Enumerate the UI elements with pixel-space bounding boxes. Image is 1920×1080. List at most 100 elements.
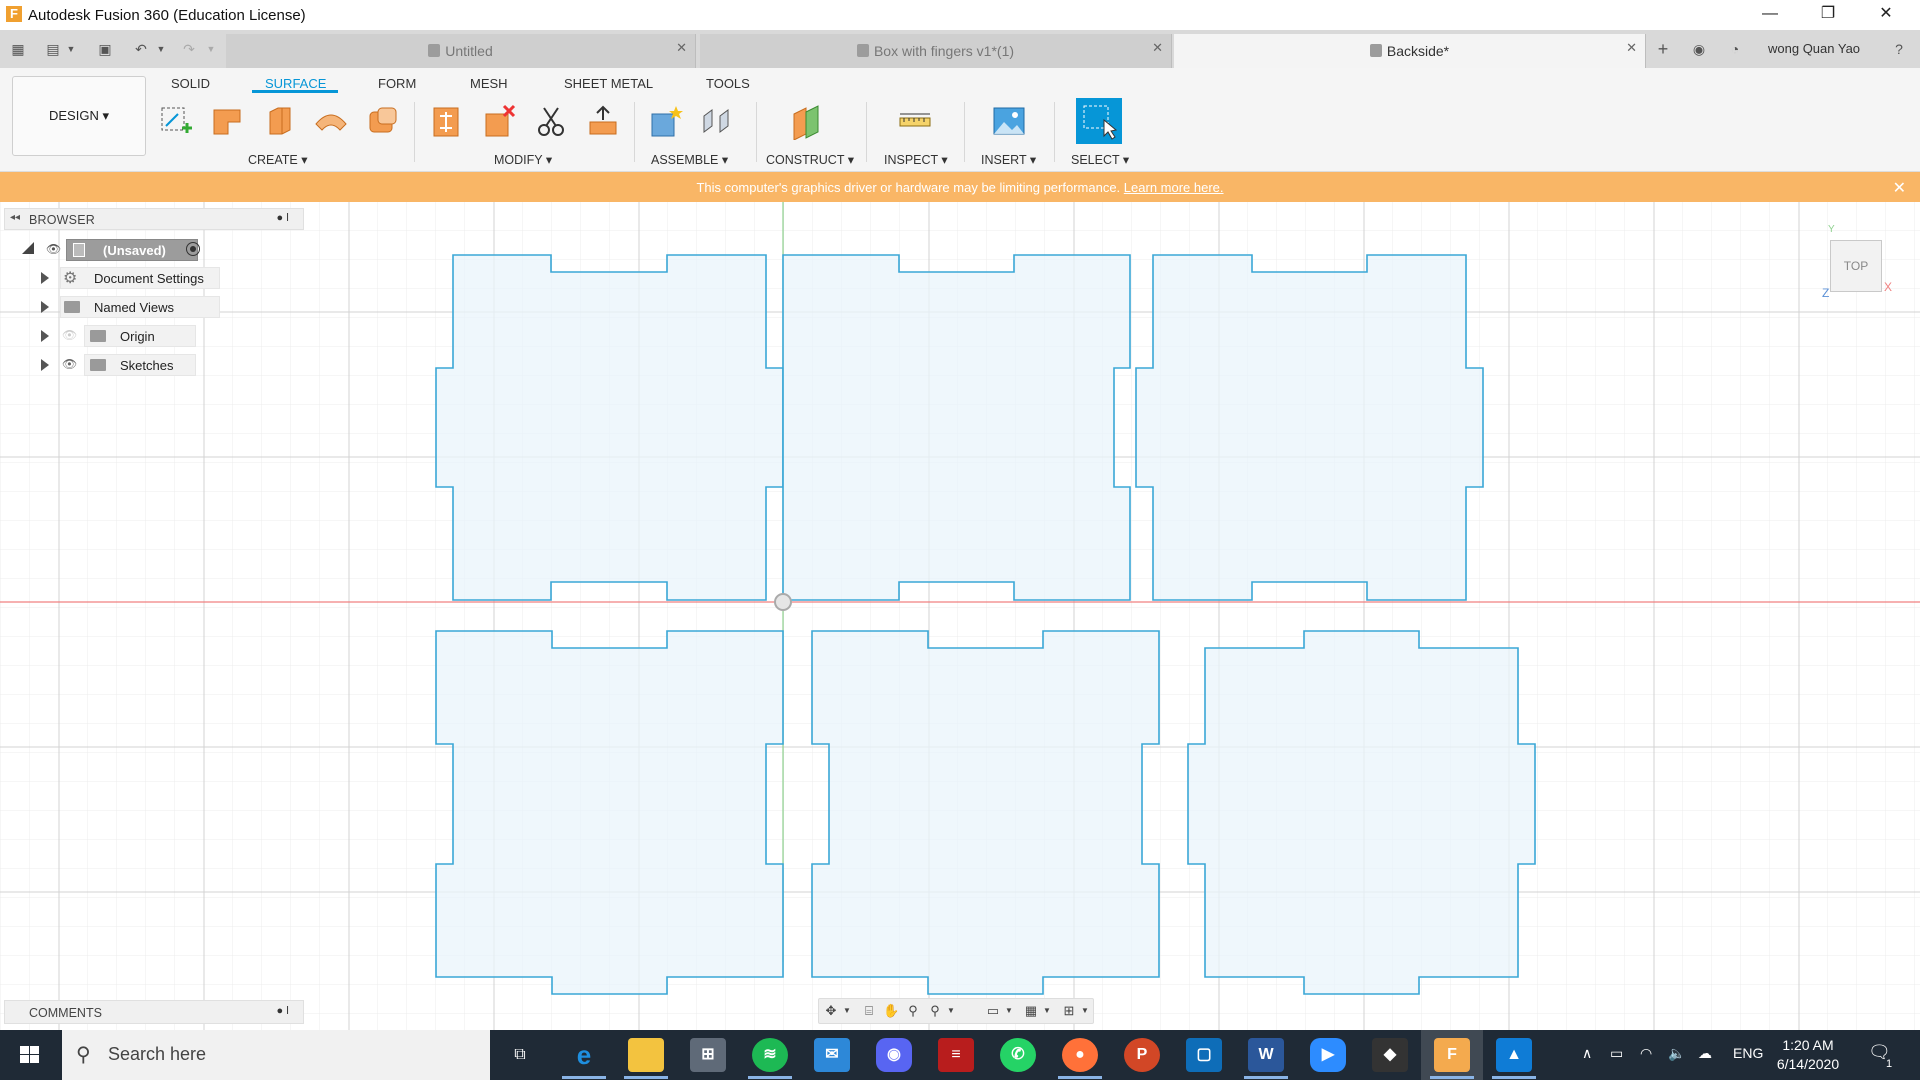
undo-icon[interactable]: ↶ [132,40,150,58]
restore-button[interactable]: ❐ [1800,0,1856,30]
fit-chevron-icon[interactable]: ▼ [943,1004,959,1018]
look-at-icon[interactable]: ⌸ [861,1004,877,1018]
job-status-icon[interactable]: ◔ [1726,40,1744,58]
viewports-chevron-icon[interactable]: ▼ [1077,1004,1093,1018]
workspace-switcher-button[interactable]: DESIGN ▾ [12,76,146,156]
whatsapp-icon[interactable]: ✆ [1000,1038,1036,1072]
spotify-icon[interactable]: ≋ [752,1038,788,1072]
create-sketch-icon[interactable] [156,102,194,140]
word-icon[interactable]: W [1248,1038,1284,1072]
tree-item-document-settings[interactable]: ⚙ Document Settings [38,267,238,291]
construct-menu[interactable]: CONSTRUCT ▾ [766,152,854,167]
insert-menu[interactable]: INSERT ▾ [981,152,1036,167]
extensions-icon[interactable]: ◉ [1690,40,1708,58]
display-chevron-icon[interactable]: ▼ [1001,1004,1017,1018]
tab-form[interactable]: FORM [378,76,416,91]
notes-app-icon[interactable]: ▢ [1186,1038,1222,1072]
insert-image-icon[interactable] [990,102,1028,140]
zoom-app-icon[interactable]: ▶ [1310,1038,1346,1072]
expand-triangle-icon[interactable] [22,242,34,254]
undo-chevron-icon[interactable]: ▼ [152,40,170,58]
fit-icon[interactable]: ⚲ [927,1004,943,1018]
assemble-menu[interactable]: ASSEMBLE ▾ [651,152,728,167]
sketch-profile-6[interactable] [1187,630,1536,995]
tab-untitled[interactable]: Untitled ✕ [226,34,696,68]
close-button[interactable]: ✕ [1858,0,1914,30]
browser-header[interactable]: ◂◂ BROWSER ● ǀ [4,208,304,230]
learn-more-link[interactable]: Learn more here. [1124,180,1224,195]
display-settings-icon[interactable]: ▭ [985,1004,1001,1018]
tab-close-icon[interactable]: ✕ [1626,40,1637,56]
loft-icon[interactable] [312,102,350,140]
minimize-button[interactable]: — [1742,0,1798,30]
select-icon[interactable] [1076,98,1122,144]
grid-chevron-icon[interactable]: ▼ [1039,1004,1055,1018]
tab-mesh[interactable]: MESH [470,76,508,91]
add-comment-icon[interactable]: ● ǀ [276,1005,289,1017]
taskbar-search-box[interactable]: ⚲ Search here [62,1030,490,1080]
tab-close-icon[interactable]: ✕ [1152,40,1163,56]
sketch-profile-2[interactable] [782,254,1131,601]
create-menu[interactable]: CREATE ▾ [248,152,308,167]
pan-hand-icon[interactable]: ✋ [883,1004,899,1018]
tree-item-named-views[interactable]: Named Views [38,296,238,320]
hidden-eye-icon[interactable]: 👁 [62,328,77,342]
redo-chevron-icon[interactable]: ▼ [202,40,220,58]
visibility-eye-icon[interactable]: 👁 [62,357,77,371]
sketch-profile-4[interactable] [435,630,784,995]
discord-icon[interactable]: ◉ [876,1038,912,1072]
expand-triangle-icon[interactable] [41,301,49,313]
banner-close-icon[interactable]: ✕ [1893,178,1906,198]
firefox-icon[interactable]: ● [1062,1038,1098,1072]
onedrive-cloud-icon[interactable]: ☁ [1698,1045,1712,1062]
zoom-icon[interactable]: ⚲ [905,1004,921,1018]
help-icon[interactable]: ? [1890,40,1908,58]
tab-surface[interactable]: SURFACE [265,76,326,91]
store-icon[interactable]: ⊞ [690,1038,726,1072]
tab-solid[interactable]: SOLID [171,76,210,91]
tab-close-icon[interactable]: ✕ [676,40,687,56]
expand-triangle-icon[interactable] [41,359,49,371]
orbit-icon[interactable]: ✥ [823,1004,839,1018]
patch-icon[interactable] [260,102,298,140]
offset-plane-icon[interactable] [788,102,826,140]
select-menu[interactable]: SELECT ▾ [1071,152,1129,167]
data-panel-grid-icon[interactable]: ▦ [9,40,27,58]
taskbar-clock[interactable]: 1:20 AM 6/14/2020 [1770,1036,1846,1074]
extend-icon[interactable] [584,102,622,140]
sketch-profile-3[interactable] [1135,254,1484,601]
expand-triangle-icon[interactable] [41,272,49,284]
task-view-icon[interactable]: ⧉ [502,1038,538,1072]
press-pull-icon[interactable] [428,102,466,140]
edge-icon[interactable]: e [566,1038,602,1072]
viewports-icon[interactable]: ⊞ [1061,1004,1077,1018]
tree-item-origin[interactable]: 👁 Origin [38,325,238,349]
tray-overflow-chevron-icon[interactable]: ∧ [1582,1045,1592,1062]
user-account-name[interactable]: wong Quan Yao [1768,41,1860,56]
comments-panel[interactable]: COMMENTS ● ǀ [4,1000,304,1024]
mail-icon[interactable]: ✉ [814,1038,850,1072]
collapse-panel-icon[interactable]: ◂◂ [10,212,20,223]
powerpoint-icon[interactable]: P [1124,1038,1160,1072]
new-tab-plus-icon[interactable]: + [1654,40,1672,58]
new-component-icon[interactable] [646,102,684,140]
offset-icon[interactable] [364,102,402,140]
inspect-menu[interactable]: INSPECT ▾ [884,152,948,167]
language-indicator[interactable]: ENG [1733,1045,1763,1061]
file-menu-icon[interactable]: ▤ [44,40,62,58]
grid-settings-icon[interactable]: ▦ [1023,1004,1039,1018]
save-icon[interactable]: ▣ [96,40,114,58]
design-canvas[interactable] [0,202,1920,1032]
expand-triangle-icon[interactable] [41,330,49,342]
tab-tools[interactable]: TOOLS [706,76,750,91]
activate-radio-icon[interactable] [186,242,200,256]
file-menu-chevron-icon[interactable]: ▼ [62,40,80,58]
photos-icon[interactable]: ▲ [1496,1038,1532,1072]
inkscape-icon[interactable]: ◆ [1372,1038,1408,1072]
visibility-eye-icon[interactable]: 👁 [46,242,61,256]
game-app-icon[interactable]: ≡ [938,1038,974,1072]
battery-icon[interactable]: ▭ [1610,1045,1623,1062]
tab-backside[interactable]: Backside* ✕ [1174,34,1646,68]
extrude-icon[interactable] [208,102,246,140]
wifi-icon[interactable]: ◠ [1640,1045,1652,1062]
